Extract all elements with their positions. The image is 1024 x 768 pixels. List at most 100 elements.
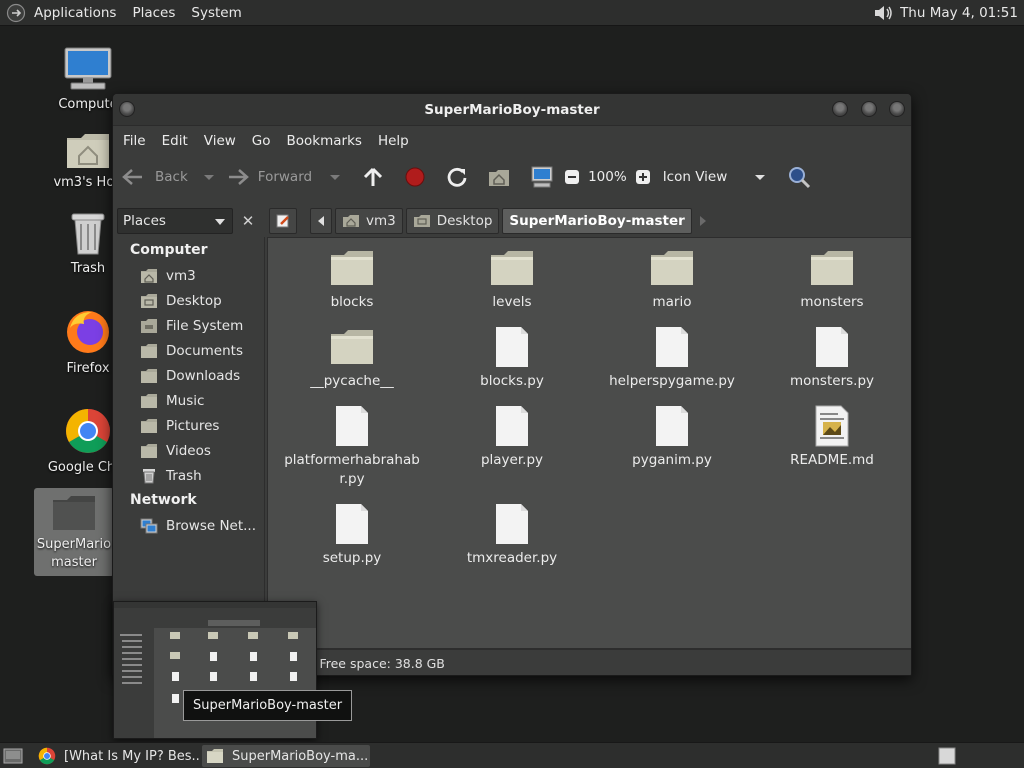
zoom-level[interactable]: 100% [588,169,627,185]
home-icon[interactable] [488,167,510,187]
sidebar-item-documents[interactable]: Documents [113,338,264,363]
close-button[interactable] [889,101,905,117]
task-chrome[interactable]: [What Is My IP? Bes... [34,745,200,767]
workspace-switcher-icon[interactable] [938,747,956,765]
sidebar-item-label: File System [166,317,244,334]
computer-icon[interactable] [530,166,554,188]
file-item[interactable]: monsters.py [752,326,911,391]
close-sidebar-icon[interactable]: ✕ [239,212,257,230]
breadcrumb-current[interactable]: SuperMarioBoy-master [502,208,692,234]
file-name: monsters.py [789,373,875,389]
file-name: levels [492,294,532,310]
menubar: File Edit View Go Bookmarks Help [113,126,911,156]
breadcrumb-label: SuperMarioBoy-master [509,213,685,229]
folder-item[interactable]: levels [432,247,592,312]
folder-item[interactable]: mario [592,247,752,312]
sidebar-item-label: Trash [166,467,202,484]
view-mode-label: Icon View [662,169,728,185]
back-button[interactable]: Back [121,162,188,192]
sidebar-item-browse-net[interactable]: Browse Net... [113,513,264,538]
menu-bookmarks[interactable]: Bookmarks [279,133,370,149]
toggle-location-button[interactable] [269,208,297,234]
folder-item[interactable]: __pycache__ [272,326,432,391]
menu-view[interactable]: View [196,133,244,149]
zoom-out-icon[interactable] [564,169,580,185]
task-file-manager[interactable]: SuperMarioBoy-ma... [202,745,370,767]
file-item[interactable]: README.md [752,405,911,470]
chrome-icon [66,409,110,453]
file-item[interactable]: player.py [432,405,592,470]
file-icon [496,406,528,446]
places-select[interactable]: Places [117,208,233,234]
menu-help[interactable]: Help [370,133,417,149]
file-item[interactable]: tmxreader.py [432,503,592,568]
text-document-icon [815,405,849,447]
file-icon [496,327,528,367]
maximize-button[interactable] [861,101,877,117]
sidebar-header-computer: Computer [130,242,208,258]
panel-clock[interactable]: Thu May 4, 01:51 [900,5,1018,21]
sidebar-item-vm3[interactable]: vm3 [113,263,264,288]
home-icon [141,268,157,283]
sidebar-item-pictures[interactable]: Pictures [113,413,264,438]
file-icon [496,504,528,544]
breadcrumb-label: vm3 [366,213,396,229]
search-icon[interactable] [787,165,811,189]
view-mode-select[interactable]: Icon View [663,169,767,185]
folder-icon [141,418,157,433]
menu-applications[interactable]: Applications [26,5,124,21]
breadcrumb-vm3[interactable]: vm3 [335,208,403,234]
up-arrow-icon[interactable] [362,166,384,188]
sidebar-item-file-system[interactable]: File System [113,313,264,338]
menu-file[interactable]: File [115,133,154,149]
zoom-in-icon[interactable] [635,169,651,185]
folder-item[interactable]: monsters [752,247,911,312]
sidebar-item-label: Browse Net... [166,517,257,534]
sidebar-item-trash[interactable]: Trash [113,463,264,488]
forward-button[interactable]: Forward [226,162,312,192]
menu-go[interactable]: Go [244,133,279,149]
forward-label: Forward [257,169,313,185]
back-label: Back [155,169,188,185]
breadcrumb-desktop[interactable]: Desktop [405,208,500,234]
sidebar-item-desktop[interactable]: Desktop [113,288,264,313]
file-name: tmxreader.py [466,550,558,566]
sidebar-item-label: Downloads [166,367,241,384]
folder-item[interactable]: blocks [272,247,432,312]
minimize-button[interactable] [832,101,848,117]
file-item[interactable]: pyganim.py [592,405,752,470]
breadcrumb-scroll-left[interactable] [310,208,332,234]
menu-places[interactable]: Places [124,5,183,21]
sidebar-item-downloads[interactable]: Downloads [113,363,264,388]
breadcrumb-scroll-right[interactable] [695,208,711,234]
show-desktop-icon[interactable] [2,746,24,766]
back-history-dropdown-icon[interactable] [202,170,216,184]
folder-icon [53,496,95,530]
file-item[interactable]: setup.py [272,503,432,568]
speaker-icon[interactable] [872,3,894,23]
window-titlebar[interactable]: SuperMarioBoy-master [113,94,911,126]
sidebar-item-label: Desktop [166,292,222,309]
file-item[interactable]: blocks.py [432,326,592,391]
file-item[interactable]: platformerhabrahabr.py [272,405,432,489]
forward-history-dropdown-icon[interactable] [328,170,342,184]
reload-icon[interactable] [446,166,468,188]
desktop-icon-supermario[interactable]: SuperMario master [34,488,114,576]
toolbar: Back Forward 100% Icon View [113,156,911,198]
menu-system[interactable]: System [183,5,249,21]
stop-icon[interactable] [404,166,426,188]
sidebar-item-videos[interactable]: Videos [113,438,264,463]
file-view[interactable]: blocks levels mario monsters __pycache__ bloc… [267,237,911,649]
file-name: blocks.py [480,373,544,389]
breadcrumb: vm3 Desktop SuperMarioBoy-master [269,208,711,234]
menu-edit[interactable]: Edit [154,133,196,149]
sidebar-item-music[interactable]: Music [113,388,264,413]
file-icon [816,327,848,367]
sidebar-item-label: Documents [166,342,243,359]
sidebar-item-label: Videos [166,442,211,459]
location-row: Places ✕ vm3 Desktop SuperMarioBoy-maste… [113,198,911,238]
gnome-foot-icon[interactable] [6,3,26,23]
folder-icon [811,251,853,285]
file-item[interactable]: helperspygame.py [592,326,752,391]
file-name: helperspygame.py [609,373,735,389]
